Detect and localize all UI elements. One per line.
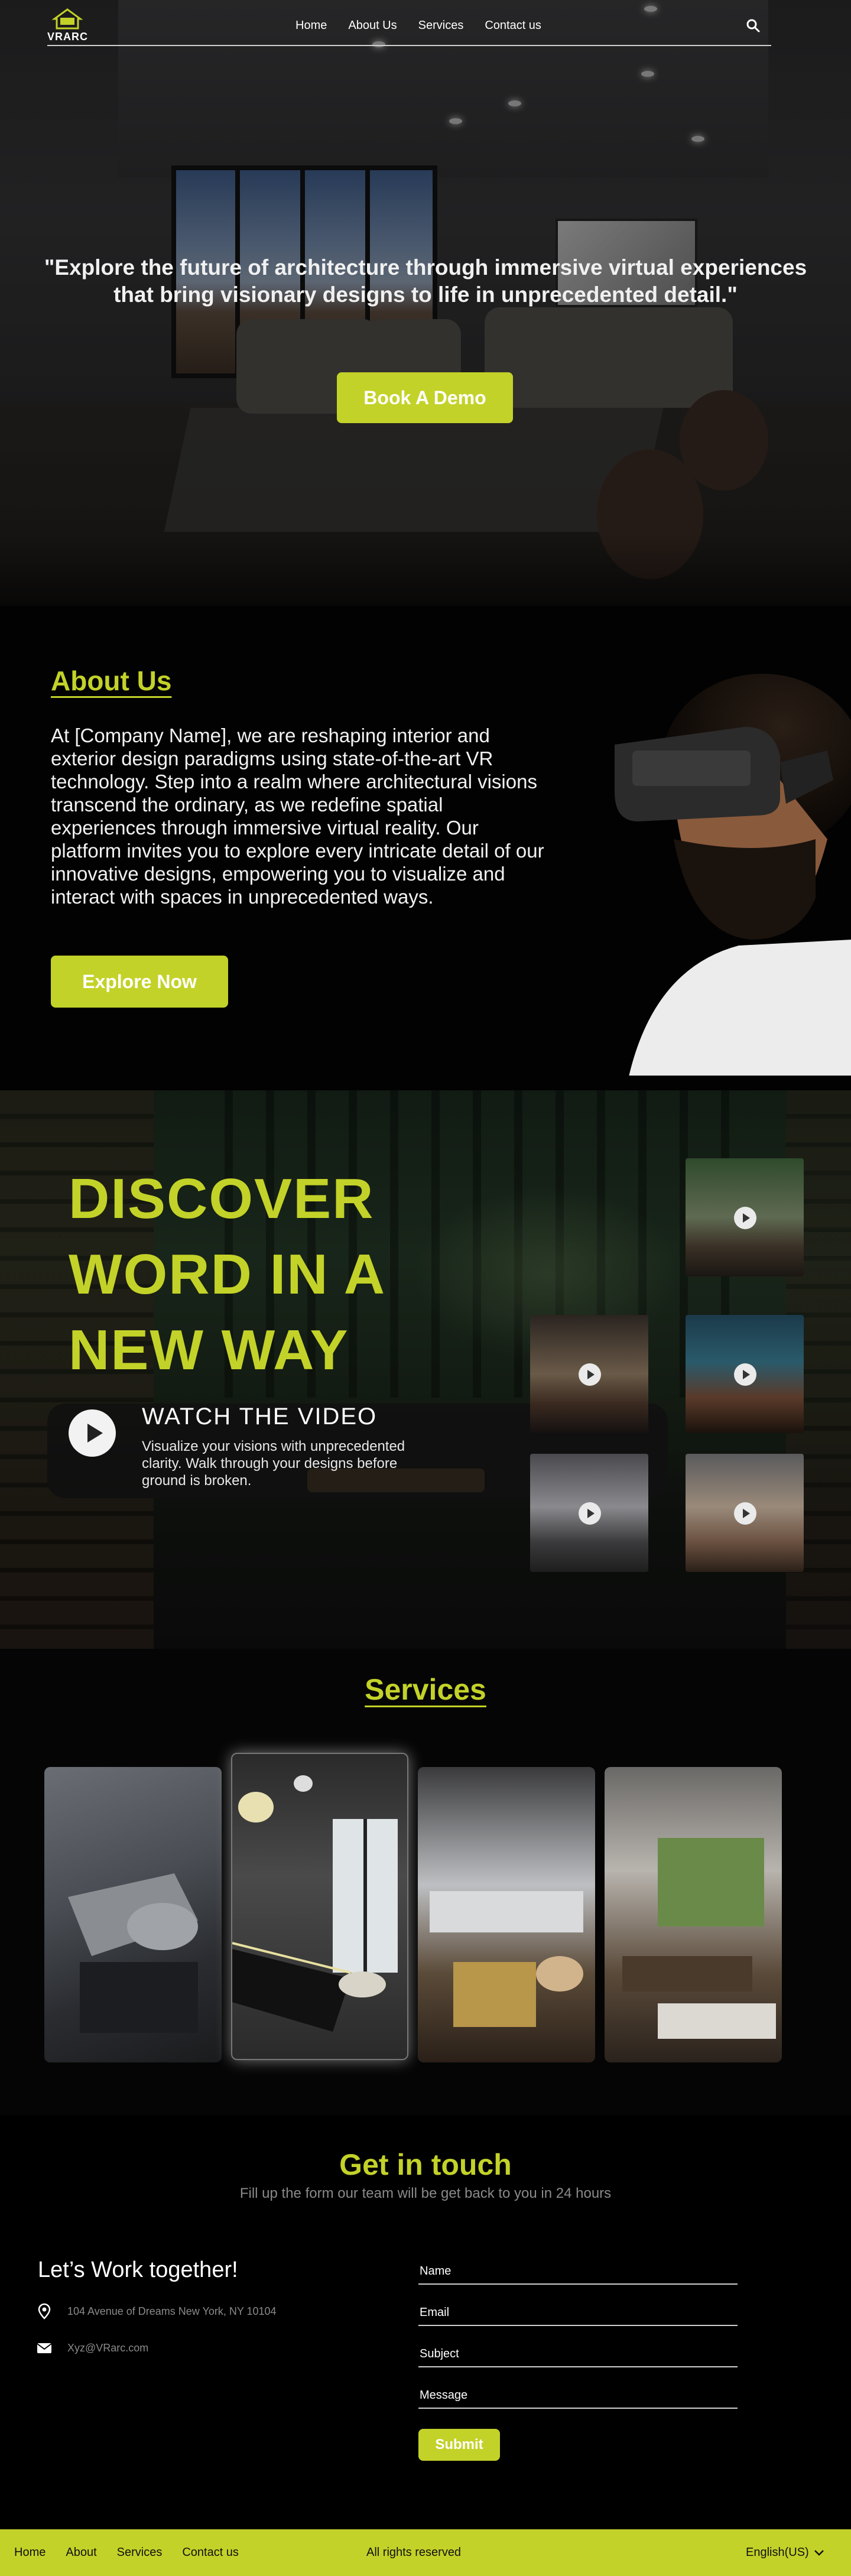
house-logo-icon	[51, 8, 83, 30]
play-icon	[734, 1207, 756, 1229]
play-icon	[579, 1502, 601, 1525]
vr-headset-person-image	[615, 674, 851, 1076]
discover-section: DISCOVER WORD IN A NEW WAY WATCH THE VID…	[0, 1090, 851, 1649]
vrarc-logo[interactable]: VRARC	[47, 8, 95, 44]
subject-field[interactable]: Subject	[418, 2340, 738, 2367]
watch-video-title: WATCH THE VIDEO	[142, 1404, 378, 1430]
language-selector[interactable]: English(US)	[746, 2546, 824, 2559]
search-icon[interactable]	[745, 18, 761, 33]
nav-link-about[interactable]: About Us	[348, 19, 397, 33]
contact-heading: Let’s Work together!	[38, 2257, 238, 2282]
address-text: 104 Avenue of Dreams New York, NY 10104	[67, 2305, 277, 2317]
submit-button[interactable]: Submit	[418, 2429, 500, 2461]
message-field[interactable]: Message	[418, 2382, 738, 2409]
nav-links: Home About Us Services Contact us	[295, 19, 541, 33]
location-pin-icon	[38, 2303, 51, 2320]
hero-quote: "Explore the future of architecture thro…	[44, 255, 807, 307]
kitchen-image	[232, 1775, 398, 2032]
chevron-down-icon	[814, 2549, 824, 2556]
footer-link-services[interactable]: Services	[117, 2546, 163, 2559]
service-card-3[interactable]	[418, 1767, 595, 2062]
email-row: Xyz@VRarc.com	[35, 2339, 148, 2357]
email-field[interactable]: Email	[418, 2299, 738, 2326]
message-label: Message	[420, 2389, 468, 2402]
discover-headline: DISCOVER WORD IN A NEW WAY	[69, 1167, 384, 1382]
nav-link-home[interactable]: Home	[295, 19, 327, 33]
lounge-image	[430, 1891, 583, 2027]
living-room-image	[68, 1873, 198, 2033]
email-label: Email	[420, 2306, 450, 2319]
play-icon	[579, 1363, 601, 1386]
logo-text: VRARC	[47, 31, 89, 43]
about-title: About Us	[51, 665, 172, 696]
subject-label: Subject	[420, 2347, 459, 2360]
footer-links: Home About Services Contact us	[14, 2546, 239, 2559]
rights-text: All rights reserved	[366, 2546, 462, 2559]
services-title: Services	[365, 1673, 486, 1706]
service-card-4[interactable]	[605, 1767, 782, 2062]
top-navigation: VRARC Home About Us Services Contact us	[47, 8, 771, 46]
contact-section: Get in touch Fill up the form our team w…	[0, 2116, 851, 2529]
contact-subtitle: Fill up the form our team will be get ba…	[239, 2185, 612, 2201]
footer-link-home[interactable]: Home	[14, 2546, 46, 2559]
language-label: English(US)	[746, 2546, 809, 2559]
email-link[interactable]: Xyz@VRarc.com	[67, 2342, 148, 2354]
play-video-icon[interactable]	[69, 1409, 116, 1457]
watch-video-text: Visualize your visions with unprecedente…	[142, 1438, 405, 1489]
video-thumbnail-3[interactable]	[686, 1315, 804, 1433]
about-section: About Us At [Company Name], we are resha…	[0, 606, 851, 1090]
play-icon	[734, 1363, 756, 1386]
nav-link-services[interactable]: Services	[418, 19, 464, 33]
video-thumbnail-5[interactable]	[686, 1454, 804, 1572]
footer: Home About Services Contact us All right…	[0, 2529, 851, 2576]
nav-link-contact[interactable]: Contact us	[485, 19, 541, 33]
footer-link-about[interactable]: About	[66, 2546, 96, 2559]
video-thumbnail-2[interactable]	[530, 1315, 648, 1433]
name-label: Name	[420, 2265, 452, 2278]
open-plan-room-image	[622, 1838, 776, 2039]
service-card-2[interactable]	[231, 1753, 408, 2060]
service-card-1[interactable]	[44, 1767, 222, 2062]
contact-title: Get in touch	[339, 2148, 512, 2181]
hero-section: VRARC Home About Us Services Contact us …	[0, 0, 851, 606]
play-icon	[734, 1502, 756, 1525]
mail-icon	[37, 2343, 52, 2353]
video-thumbnail-1[interactable]	[686, 1158, 804, 1276]
video-thumbnail-4[interactable]	[530, 1454, 648, 1572]
services-section: Services	[0, 1649, 851, 2116]
footer-link-contact[interactable]: Contact us	[182, 2546, 239, 2559]
book-demo-button[interactable]: Book A Demo	[337, 372, 513, 423]
explore-now-button[interactable]: Explore Now	[51, 956, 228, 1008]
address-row: 104 Avenue of Dreams New York, NY 10104	[35, 2302, 277, 2320]
about-body: At [Company Name], we are reshaping inte…	[51, 725, 544, 908]
name-field[interactable]: Name	[418, 2257, 738, 2285]
